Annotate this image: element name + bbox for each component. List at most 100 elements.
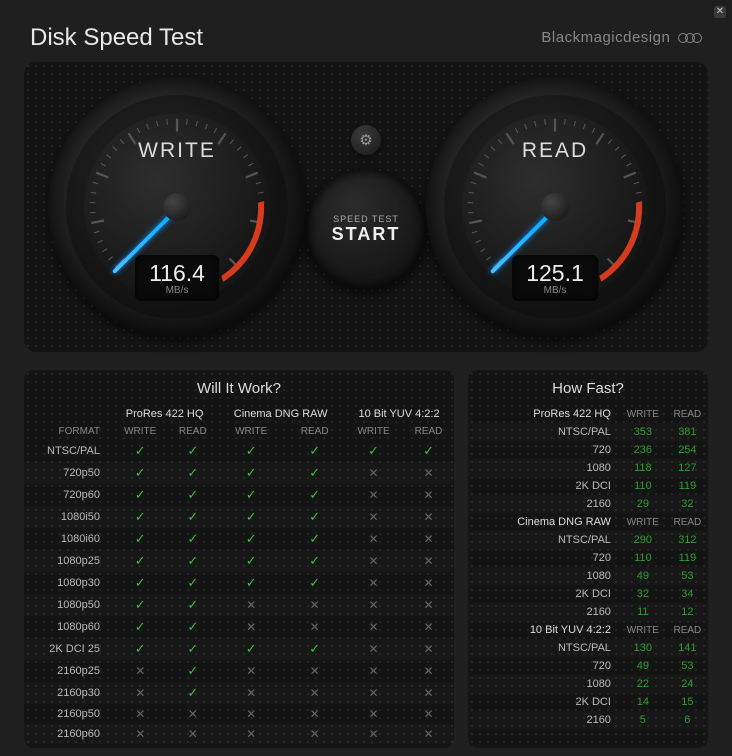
table-row: 720p50✓✓✓✓✕✕ <box>24 462 454 484</box>
format-label: 2K DCI <box>468 477 619 495</box>
format-label: 2K DCI 25 <box>24 638 112 660</box>
cross-icon: ✕ <box>217 616 285 638</box>
write-fps: 110 <box>619 549 667 567</box>
table-row: 2K DCI 110 119 <box>468 477 708 495</box>
table-row: 1080p60✓✓✕✕✕✕ <box>24 616 454 638</box>
check-icon: ✓ <box>112 550 168 572</box>
write-value: 116.4 <box>149 260 205 287</box>
center-controls: ⚙ SPEED TEST START <box>306 125 426 289</box>
cross-icon: ✕ <box>285 660 344 682</box>
table-row: 2160p50✕✕✕✕✕✕ <box>24 704 454 724</box>
cross-icon: ✕ <box>217 682 285 704</box>
table-row: 2K DCI 14 15 <box>468 693 708 711</box>
cross-icon: ✕ <box>344 660 403 682</box>
format-label: 2K DCI <box>468 693 619 711</box>
format-label: 2160p60 <box>24 724 112 744</box>
how-fast-panel: How Fast? ProRes 422 HQ WRITE READNTSC/P… <box>468 370 708 748</box>
cross-icon: ✕ <box>403 638 454 660</box>
cross-icon: ✕ <box>344 572 403 594</box>
brand-logo-icon <box>681 30 702 47</box>
table-row: 1080 22 24 <box>468 675 708 693</box>
gauge-panel: WRITE 116.4 MB/s ⚙ SPEED TEST START <box>24 62 708 352</box>
start-subtitle: SPEED TEST <box>333 214 399 224</box>
format-label: 720p60 <box>24 484 112 506</box>
format-label: 1080p30 <box>24 572 112 594</box>
codec-label: Cinema DNG RAW <box>468 513 619 531</box>
cross-icon: ✕ <box>403 724 454 744</box>
read-fps: 15 <box>667 693 708 711</box>
check-icon: ✓ <box>168 528 217 550</box>
read-fps: 119 <box>667 549 708 567</box>
format-label: NTSC/PAL <box>24 440 112 462</box>
codec-header: ProRes 422 HQ <box>112 405 217 423</box>
check-icon: ✓ <box>168 462 217 484</box>
check-icon: ✓ <box>285 484 344 506</box>
check-icon: ✓ <box>403 440 454 462</box>
write-fps: 14 <box>619 693 667 711</box>
write-fps: 130 <box>619 639 667 657</box>
check-icon: ✓ <box>217 484 285 506</box>
read-header: READ <box>667 621 708 639</box>
table-row: 2K DCI 32 34 <box>468 585 708 603</box>
format-label: 720 <box>468 441 619 459</box>
results-panels: Will It Work? ProRes 422 HQ Cinema DNG R… <box>0 370 732 756</box>
cross-icon: ✕ <box>403 572 454 594</box>
read-header: READ <box>667 405 708 423</box>
write-header: WRITE <box>619 621 667 639</box>
write-readout: 116.4 MB/s <box>135 255 219 301</box>
cross-icon: ✕ <box>344 616 403 638</box>
write-fps: 49 <box>619 657 667 675</box>
write-fps: 5 <box>619 711 667 729</box>
read-gauge: READ 125.1 MB/s <box>426 77 684 337</box>
read-fps: 32 <box>667 495 708 513</box>
format-label: 1080i60 <box>24 528 112 550</box>
read-value: 125.1 <box>526 260 584 287</box>
check-icon: ✓ <box>112 462 168 484</box>
check-icon: ✓ <box>217 572 285 594</box>
cross-icon: ✕ <box>403 462 454 484</box>
cross-icon: ✕ <box>112 704 168 724</box>
gauge-hub <box>163 193 191 221</box>
read-fps: 254 <box>667 441 708 459</box>
read-fps: 312 <box>667 531 708 549</box>
cross-icon: ✕ <box>344 594 403 616</box>
check-icon: ✓ <box>112 484 168 506</box>
table-row: 2160p60✕✕✕✕✕✕ <box>24 724 454 744</box>
check-icon: ✓ <box>285 572 344 594</box>
cross-icon: ✕ <box>403 550 454 572</box>
how-fast-title: How Fast? <box>468 380 708 397</box>
start-button[interactable]: SPEED TEST START <box>306 169 426 289</box>
how-fast-table: ProRes 422 HQ WRITE READNTSC/PAL 353 381… <box>468 405 708 729</box>
write-fps: 110 <box>619 477 667 495</box>
check-icon: ✓ <box>217 440 285 462</box>
cross-icon: ✕ <box>285 724 344 744</box>
format-label: 1080 <box>468 459 619 477</box>
write-fps: 29 <box>619 495 667 513</box>
cross-icon: ✕ <box>112 682 168 704</box>
check-icon: ✓ <box>285 440 344 462</box>
close-icon[interactable]: ✕ <box>714 6 726 18</box>
check-icon: ✓ <box>217 550 285 572</box>
cross-icon: ✕ <box>217 660 285 682</box>
format-label: NTSC/PAL <box>468 423 619 441</box>
check-icon: ✓ <box>168 660 217 682</box>
cross-icon: ✕ <box>344 462 403 484</box>
cross-icon: ✕ <box>168 724 217 744</box>
gear-icon[interactable]: ⚙ <box>351 125 381 155</box>
codec-header: 10 Bit YUV 4:2:2 <box>344 405 454 423</box>
table-row: NTSC/PAL✓✓✓✓✓✓ <box>24 440 454 462</box>
format-label: 2160 <box>468 603 619 621</box>
format-label: 720p50 <box>24 462 112 484</box>
table-row: 2160 5 6 <box>468 711 708 729</box>
check-icon: ✓ <box>168 484 217 506</box>
format-label: 1080p60 <box>24 616 112 638</box>
cross-icon: ✕ <box>344 484 403 506</box>
check-icon: ✓ <box>168 572 217 594</box>
cross-icon: ✕ <box>403 660 454 682</box>
cross-icon: ✕ <box>285 616 344 638</box>
check-icon: ✓ <box>285 550 344 572</box>
write-fps: 290 <box>619 531 667 549</box>
cross-icon: ✕ <box>217 724 285 744</box>
table-row: 720 110 119 <box>468 549 708 567</box>
check-icon: ✓ <box>168 682 217 704</box>
